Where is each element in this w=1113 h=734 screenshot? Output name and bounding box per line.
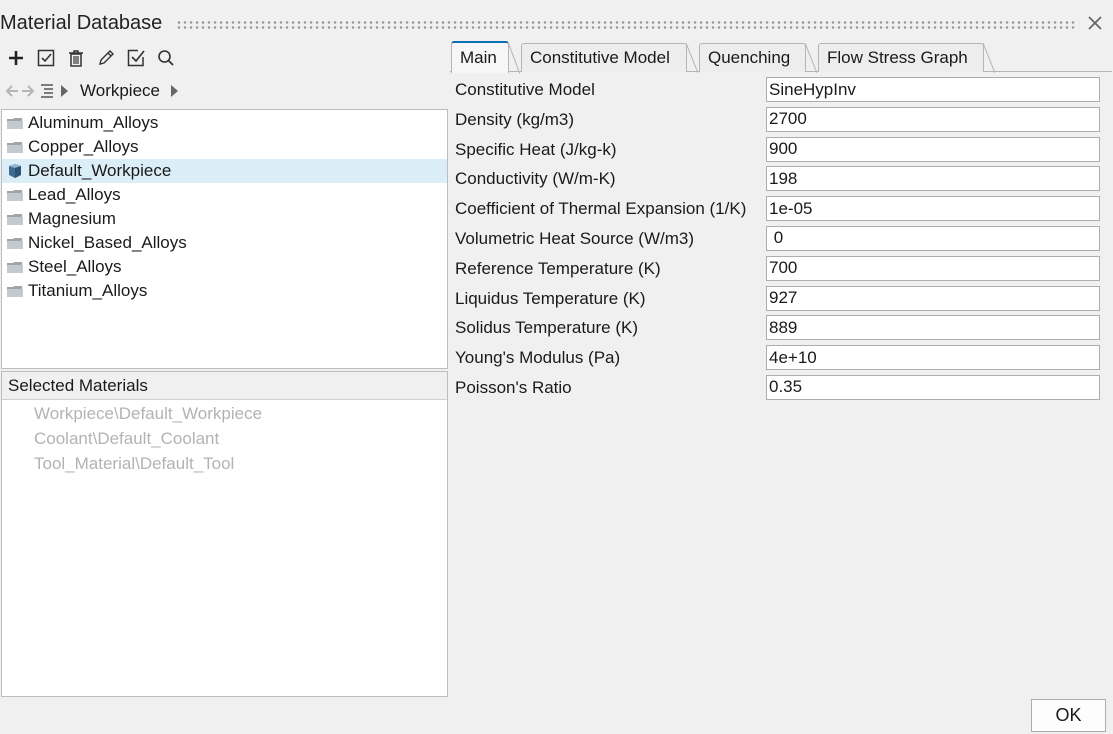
property-label: Volumetric Heat Source (W/m3) bbox=[455, 228, 695, 248]
tree-item-label: Default_Workpiece bbox=[28, 161, 172, 180]
solidus-temperature-field[interactable] bbox=[766, 315, 1100, 341]
tab-quenching[interactable]: Quenching bbox=[699, 43, 817, 73]
tree-item-titanium-alloys[interactable]: Titanium_Alloys bbox=[2, 279, 447, 303]
property-row: Density (kg/m3) bbox=[455, 106, 1105, 136]
tree-item-label: Magnesium bbox=[28, 209, 116, 228]
property-row: Volumetric Heat Source (W/m3) bbox=[455, 225, 1105, 255]
property-row: Conductivity (W/m-K) bbox=[455, 165, 1105, 195]
property-label: Young's Modulus (Pa) bbox=[455, 348, 621, 368]
tree-item-label: Copper_Alloys bbox=[28, 137, 139, 156]
property-row: Liquidus Temperature (K) bbox=[455, 285, 1105, 315]
plus-icon[interactable] bbox=[4, 46, 28, 70]
tab-label: Main bbox=[460, 48, 497, 67]
tab-label: Constitutive Model bbox=[530, 48, 670, 67]
tab-constitutive-model[interactable]: Constitutive Model bbox=[521, 43, 698, 73]
title-bar[interactable]: Material Database bbox=[0, 0, 1113, 46]
material-cube-icon bbox=[9, 164, 21, 178]
tree-item-label: Aluminum_Alloys bbox=[28, 113, 159, 132]
tab-main[interactable]: Main bbox=[451, 41, 520, 74]
property-label: Poisson's Ratio bbox=[455, 377, 572, 397]
conductivity-field[interactable] bbox=[766, 166, 1100, 192]
tree-item-lead-alloys[interactable]: Lead_Alloys bbox=[2, 183, 447, 207]
material-database-dialog: Material Database Workpiece Aluminum_All… bbox=[0, 0, 1113, 734]
trash-icon[interactable] bbox=[64, 46, 88, 70]
property-row: Young's Modulus (Pa) bbox=[455, 344, 1105, 374]
properties-form: Constitutive Model Density (kg/m3) Speci… bbox=[455, 76, 1105, 404]
tree-item-aluminum-alloys[interactable]: Aluminum_Alloys bbox=[2, 111, 447, 135]
property-row: Constitutive Model bbox=[455, 76, 1105, 106]
youngs-modulus-field[interactable] bbox=[766, 345, 1100, 371]
toolbar bbox=[4, 46, 178, 72]
poissons-ratio-field[interactable] bbox=[766, 374, 1100, 400]
tab-edge bbox=[983, 43, 995, 73]
specific-heat-field[interactable] bbox=[766, 136, 1100, 162]
property-label: Specific Heat (J/kg-k) bbox=[455, 139, 617, 159]
tab-flow-stress-graph[interactable]: Flow Stress Graph bbox=[818, 43, 995, 73]
selected-materials-header: Selected Materials bbox=[2, 372, 447, 400]
folder-icon bbox=[7, 190, 23, 201]
window-title: Material Database bbox=[0, 12, 163, 34]
tree-item-copper-alloys[interactable]: Copper_Alloys bbox=[2, 135, 447, 159]
folder-icon bbox=[7, 214, 23, 225]
breadcrumb-next-icon[interactable] bbox=[166, 81, 182, 101]
checkbox-edit-icon[interactable] bbox=[34, 46, 58, 70]
density-field[interactable] bbox=[766, 106, 1100, 132]
tree-item-nickel-based-alloys[interactable]: Nickel_Based_Alloys bbox=[2, 231, 447, 255]
pencil-icon[interactable] bbox=[94, 46, 118, 70]
tree-item-label: Titanium_Alloys bbox=[28, 281, 148, 300]
tree-item-label: Nickel_Based_Alloys bbox=[28, 233, 187, 252]
volumetric-heat-source-field[interactable] bbox=[766, 225, 1100, 251]
tree-item-label: Lead_Alloys bbox=[28, 185, 121, 204]
property-label: Conductivity (W/m-K) bbox=[455, 169, 616, 189]
tree-item-magnesium[interactable]: Magnesium bbox=[2, 207, 447, 231]
tab-edge bbox=[686, 43, 698, 73]
tab-edge bbox=[508, 42, 520, 74]
close-icon[interactable] bbox=[1084, 12, 1106, 34]
property-label: Solidus Temperature (K) bbox=[455, 318, 638, 338]
breadcrumb-current[interactable]: Workpiece bbox=[80, 81, 160, 101]
selected-materials-panel: Selected Materials Workpiece\Default_Wor… bbox=[1, 371, 448, 697]
selected-material-item[interactable]: Workpiece\Default_Workpiece bbox=[2, 401, 447, 426]
list-menu-icon[interactable] bbox=[40, 81, 56, 101]
property-label: Density (kg/m3) bbox=[455, 109, 575, 129]
tree-item-label: Steel_Alloys bbox=[28, 257, 122, 276]
folder-icon bbox=[7, 142, 23, 153]
drag-grip[interactable] bbox=[176, 20, 1076, 30]
material-tree: Aluminum_Alloys Copper_Alloys Default_Wo… bbox=[1, 109, 448, 369]
property-label: Coefficient of Thermal Expansion (1/K) bbox=[455, 199, 747, 219]
thermal-expansion-field[interactable] bbox=[766, 196, 1100, 222]
ok-button[interactable]: OK bbox=[1031, 699, 1106, 732]
property-row: Reference Temperature (K) bbox=[455, 255, 1105, 285]
folder-icon bbox=[7, 118, 23, 129]
tree-item-steel-alloys[interactable]: Steel_Alloys bbox=[2, 255, 447, 279]
liquidus-temperature-field[interactable] bbox=[766, 285, 1100, 311]
reference-temperature-field[interactable] bbox=[766, 255, 1100, 281]
constitutive-model-field[interactable] bbox=[766, 77, 1100, 102]
folder-icon bbox=[7, 238, 23, 249]
tab-label: Quenching bbox=[708, 48, 791, 67]
property-row: Solidus Temperature (K) bbox=[455, 314, 1105, 344]
back-arrow-icon[interactable] bbox=[4, 81, 20, 101]
property-label: Constitutive Model bbox=[455, 80, 595, 99]
tree-item-default-workpiece[interactable]: Default_Workpiece bbox=[2, 159, 447, 183]
selected-material-item[interactable]: Coolant\Default_Coolant bbox=[2, 426, 447, 451]
tab-edge bbox=[805, 43, 817, 73]
folder-icon bbox=[7, 262, 23, 273]
property-row: Coefficient of Thermal Expansion (1/K) bbox=[455, 195, 1105, 225]
folder-icon bbox=[7, 286, 23, 297]
property-row: Specific Heat (J/kg-k) bbox=[455, 136, 1105, 166]
search-icon[interactable] bbox=[154, 46, 178, 70]
property-row: Poisson's Ratio bbox=[455, 374, 1105, 404]
tree-list: Aluminum_Alloys Copper_Alloys Default_Wo… bbox=[2, 110, 447, 303]
checkbox-check-icon[interactable] bbox=[124, 46, 148, 70]
selected-materials-list: Workpiece\Default_Workpiece Coolant\Defa… bbox=[2, 400, 447, 476]
breadcrumb-separator-icon[interactable] bbox=[56, 81, 72, 101]
forward-arrow-icon[interactable] bbox=[20, 81, 36, 101]
property-label: Liquidus Temperature (K) bbox=[455, 288, 646, 308]
selected-material-item[interactable]: Tool_Material\Default_Tool bbox=[2, 451, 447, 476]
tab-bar: Main Constitutive Model Quenching Flow S… bbox=[450, 41, 1112, 74]
tab-label: Flow Stress Graph bbox=[827, 48, 968, 67]
breadcrumb: Workpiece bbox=[4, 79, 182, 103]
property-label: Reference Temperature (K) bbox=[455, 258, 661, 278]
